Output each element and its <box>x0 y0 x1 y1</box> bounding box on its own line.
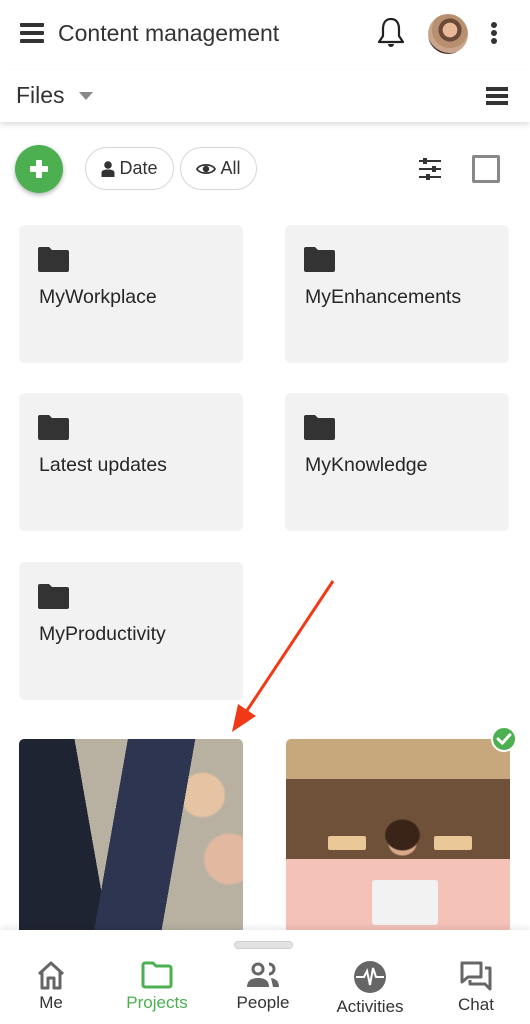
nav-item-chat[interactable]: Chat <box>426 960 526 1020</box>
folder-card[interactable]: MyKnowledge <box>285 393 509 531</box>
folder-name: Latest updates <box>39 454 167 476</box>
photo-detail <box>372 880 438 925</box>
home-icon <box>37 961 65 990</box>
bottom-navigation: Me Projects People Activities Chat <box>0 930 530 1024</box>
sliders-icon[interactable] <box>418 158 442 180</box>
folder-card[interactable]: Latest updates <box>19 393 243 531</box>
select-all-checkbox[interactable] <box>472 155 500 183</box>
people-icon <box>247 962 279 987</box>
nav-label: Chat <box>458 995 494 1014</box>
caret-down-icon[interactable] <box>79 92 93 100</box>
activity-pulse-icon <box>354 961 386 993</box>
visibility-filter-label: All <box>220 158 241 178</box>
folder-card[interactable]: MyProductivity <box>19 562 243 700</box>
folder-icon <box>38 415 69 440</box>
section-title[interactable]: Files <box>16 82 65 109</box>
person-icon <box>101 160 115 177</box>
selected-check-icon[interactable] <box>491 726 517 752</box>
nav-label: Me <box>39 993 63 1012</box>
visibility-filter-chip[interactable]: All <box>180 147 257 190</box>
nav-label: Projects <box>126 993 188 1012</box>
top-app-bar: Content management <box>0 0 530 70</box>
avatar[interactable] <box>428 14 468 54</box>
drag-handle[interactable] <box>234 941 293 949</box>
image-card-laptop[interactable] <box>286 739 510 939</box>
add-button[interactable] <box>15 145 63 193</box>
chat-icon <box>460 961 492 991</box>
nav-label: Activities <box>336 997 404 1016</box>
folder-icon <box>304 247 335 272</box>
folder-outline-icon <box>141 961 173 989</box>
image-card-meeting[interactable] <box>19 739 243 939</box>
eye-icon <box>196 163 217 174</box>
nav-item-people[interactable]: People <box>213 960 313 1020</box>
app-title: Content management <box>58 20 280 46</box>
nav-item-projects[interactable]: Projects <box>107 960 207 1020</box>
date-filter-chip[interactable]: Date <box>85 147 174 190</box>
folder-card[interactable]: MyEnhancements <box>285 225 509 363</box>
section-bar: Files <box>0 70 530 122</box>
kebab-menu-icon[interactable] <box>489 22 499 46</box>
folder-name: MyKnowledge <box>305 454 428 476</box>
nav-label: People <box>236 993 290 1012</box>
folder-icon <box>38 247 69 272</box>
folder-name: MyEnhancements <box>305 286 462 308</box>
nav-item-me[interactable]: Me <box>1 960 101 1020</box>
folder-icon <box>304 415 335 440</box>
hamburger-menu-icon[interactable] <box>20 23 44 43</box>
bell-icon[interactable] <box>376 16 406 50</box>
date-filter-label: Date <box>119 158 158 178</box>
folder-card[interactable]: MyWorkplace <box>19 225 243 363</box>
nav-item-activities[interactable]: Activities <box>320 960 420 1020</box>
folder-icon <box>38 584 69 609</box>
list-view-icon[interactable] <box>486 87 508 107</box>
folder-name: MyProductivity <box>39 623 166 645</box>
folder-name: MyWorkplace <box>39 286 157 308</box>
photo-detail <box>434 836 472 850</box>
photo-detail <box>328 836 366 850</box>
